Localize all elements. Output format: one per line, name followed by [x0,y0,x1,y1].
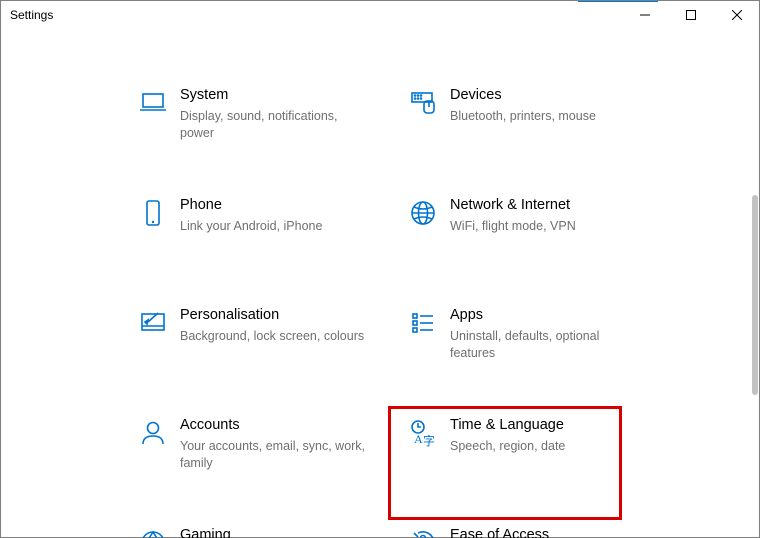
globe-icon [406,196,440,230]
category-tile-personalisation[interactable]: Personalisation Background, lock screen,… [120,298,390,408]
tile-title: Network & Internet [450,196,602,216]
person-icon [136,416,170,450]
window-controls [622,0,760,30]
category-tile-ease-of-access[interactable]: Ease of Access [390,518,620,538]
time-language-icon: A 字 [406,416,440,450]
tile-subtitle: WiFi, flight mode, VPN [450,218,602,236]
tile-subtitle: Speech, region, date [450,438,602,456]
ease-of-access-icon [406,526,440,538]
category-tile-system[interactable]: System Display, sound, notifications, po… [120,78,390,188]
tile-title: Gaming [180,526,372,538]
apps-list-icon [406,306,440,340]
settings-categories-grid: System Display, sound, notifications, po… [120,78,620,538]
tile-title: Personalisation [180,306,372,326]
category-tile-network[interactable]: Network & Internet WiFi, flight mode, VP… [390,188,620,298]
tile-title: System [180,86,372,106]
devices-icon [406,86,440,120]
maximize-button[interactable] [668,0,714,30]
close-button[interactable] [714,0,760,30]
tile-subtitle: Bluetooth, printers, mouse [450,108,602,126]
maximize-icon [686,10,696,20]
vertical-scrollbar[interactable] [752,195,758,395]
category-tile-apps[interactable]: Apps Uninstall, defaults, optional featu… [390,298,620,408]
window-title: Settings [10,8,53,22]
tile-subtitle: Background, lock screen, colours [180,328,372,346]
phone-icon [136,196,170,230]
gaming-icon [136,526,170,538]
settings-content: System Display, sound, notifications, po… [0,30,760,538]
tile-title: Time & Language [450,416,602,436]
paintbrush-icon [136,306,170,340]
svg-text:字: 字 [423,433,435,448]
category-tile-accounts[interactable]: Accounts Your accounts, email, sync, wor… [120,408,390,518]
category-tile-time-language[interactable]: A 字 Time & Language Speech, region, date [390,408,620,518]
tile-subtitle: Display, sound, notifications, power [180,108,372,143]
category-tile-phone[interactable]: Phone Link your Android, iPhone [120,188,390,298]
tile-title: Devices [450,86,602,106]
tile-subtitle: Uninstall, defaults, optional features [450,328,602,363]
tile-title: Phone [180,196,372,216]
laptop-icon [136,86,170,120]
tile-title: Ease of Access [450,526,602,538]
svg-text:A: A [414,432,423,446]
tile-subtitle: Link your Android, iPhone [180,218,372,236]
tile-subtitle: Your accounts, email, sync, work, family [180,438,372,473]
tile-title: Apps [450,306,602,326]
minimize-icon [640,10,650,20]
tile-title: Accounts [180,416,372,436]
category-tile-devices[interactable]: Devices Bluetooth, printers, mouse [390,78,620,188]
minimize-button[interactable] [622,0,668,30]
category-tile-gaming[interactable]: Gaming [120,518,390,538]
close-icon [732,10,742,20]
title-bar: Settings [0,0,760,30]
